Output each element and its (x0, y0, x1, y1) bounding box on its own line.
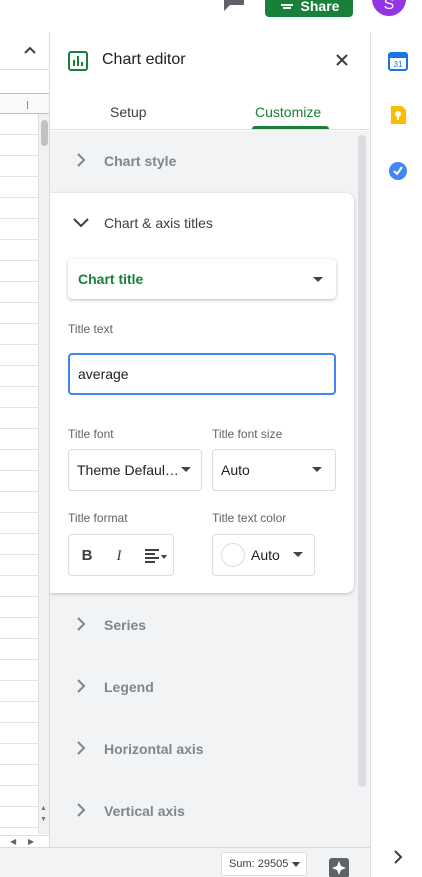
avatar-letter: S (383, 0, 395, 13)
section-label: Horizontal axis (104, 741, 204, 757)
sheet-toolbar (0, 32, 49, 70)
title-text-input[interactable] (68, 353, 336, 395)
calendar-icon[interactable]: 31 (388, 51, 408, 71)
section-horizontal-axis[interactable]: Horizontal axis (50, 721, 354, 777)
chevron-right-icon (77, 679, 86, 693)
title-text-label: Title text (68, 322, 113, 336)
dropdown-caret-icon (293, 552, 303, 557)
section-chart-style[interactable]: Chart style (50, 133, 354, 189)
sum-dropdown[interactable]: Sum: 29505 (221, 852, 307, 876)
section-chart-axis-titles: Chart & axis titles Chart title Title te… (50, 193, 354, 593)
dropdown-caret-icon (313, 277, 323, 282)
title-format-label: Title format (68, 511, 128, 525)
section-label: Legend (104, 679, 154, 695)
title-text-color-label: Title text color (212, 511, 287, 525)
editor-tabs: Setup Customize (50, 89, 370, 130)
tasks-icon[interactable] (388, 161, 408, 181)
horizontal-scrollbar[interactable]: ◀ ▶ (0, 835, 49, 847)
scroll-buttons[interactable]: ▲ ▼ (38, 803, 49, 833)
title-font-size-dropdown[interactable]: Auto (212, 449, 336, 491)
share-button-label: Share (300, 0, 340, 14)
svg-text:31: 31 (394, 60, 403, 69)
top-bar: Share S (0, 0, 422, 32)
title-font-size-label: Title font size (212, 427, 283, 441)
dropdown-caret-icon (181, 467, 191, 472)
chevron-up-icon[interactable] (22, 42, 38, 58)
keep-icon[interactable] (388, 105, 408, 125)
title-font-dropdown[interactable]: Theme Defaul… (68, 449, 202, 491)
tab-setup[interactable]: Setup (110, 104, 147, 120)
side-panel: 31 (370, 32, 422, 877)
section-series[interactable]: Series (50, 597, 354, 653)
sum-label: Sum: 29505 (229, 858, 289, 870)
section-vertical-axis[interactable]: Vertical axis (50, 783, 354, 839)
customize-body: Chart style Chart & axis titles Chart ti… (50, 131, 370, 847)
avatar[interactable]: S (372, 0, 406, 16)
align-icon[interactable] (143, 545, 169, 567)
scrollbar-thumb[interactable] (41, 120, 48, 146)
column-separator (27, 101, 28, 109)
grid-cells[interactable] (0, 114, 38, 834)
chevron-right-icon (77, 803, 86, 817)
section-legend[interactable]: Legend (50, 659, 354, 715)
italic-button[interactable]: I (108, 545, 130, 567)
vertical-scrollbar[interactable] (38, 114, 49, 834)
section-header-chart-axis-titles[interactable]: Chart & axis titles (50, 193, 354, 251)
app-root: Share S ▲ ▼ ◀ ▶ Chart editor Setup Custo… (0, 0, 422, 877)
bold-button[interactable]: B (76, 545, 98, 567)
scroll-left-icon[interactable]: ◀ (10, 837, 16, 846)
chart-editor-header: Chart editor (50, 32, 370, 88)
chevron-right-icon (77, 617, 86, 631)
comment-icon[interactable] (222, 0, 246, 14)
column-header (0, 93, 49, 114)
title-type-value: Chart title (78, 271, 144, 287)
chart-editor-title: Chart editor (102, 51, 186, 68)
chevron-right-icon (77, 153, 86, 167)
color-swatch (221, 543, 245, 567)
editor-scrollbar[interactable] (358, 135, 366, 787)
tab-customize[interactable]: Customize (255, 104, 321, 120)
title-font-size-value: Auto (221, 462, 250, 478)
section-label: Series (104, 617, 147, 633)
title-text-color-value: Auto (251, 547, 280, 563)
scroll-right-icon[interactable]: ▶ (28, 837, 34, 846)
section-label: Chart style (104, 153, 177, 169)
scrollbar-thumb[interactable] (358, 135, 366, 787)
dropdown-caret-icon (292, 862, 300, 867)
share-button[interactable]: Share (265, 0, 353, 17)
explore-icon[interactable] (329, 858, 349, 877)
status-bar: Sum: 29505 (0, 847, 370, 877)
chevron-down-icon (73, 218, 89, 228)
close-icon[interactable] (334, 52, 350, 68)
share-icon (280, 4, 293, 9)
spreadsheet-grid[interactable]: ▲ ▼ ◀ ▶ (0, 32, 49, 847)
title-format-toolbar: B I (68, 534, 174, 576)
chart-icon (68, 51, 88, 71)
section-label: Chart & axis titles (104, 215, 213, 231)
title-type-dropdown[interactable]: Chart title (68, 259, 336, 299)
title-text-color-picker[interactable]: Auto (212, 534, 315, 576)
chevron-right-icon[interactable] (391, 850, 405, 864)
active-tab-indicator (252, 126, 329, 129)
chart-editor-panel: Chart editor Setup Customize Chart style (49, 32, 370, 847)
title-font-value: Theme Defaul… (77, 462, 177, 478)
section-label: Vertical axis (104, 803, 185, 819)
dropdown-caret-icon (312, 467, 322, 472)
chevron-right-icon (77, 741, 86, 755)
title-font-label: Title font (68, 427, 114, 441)
